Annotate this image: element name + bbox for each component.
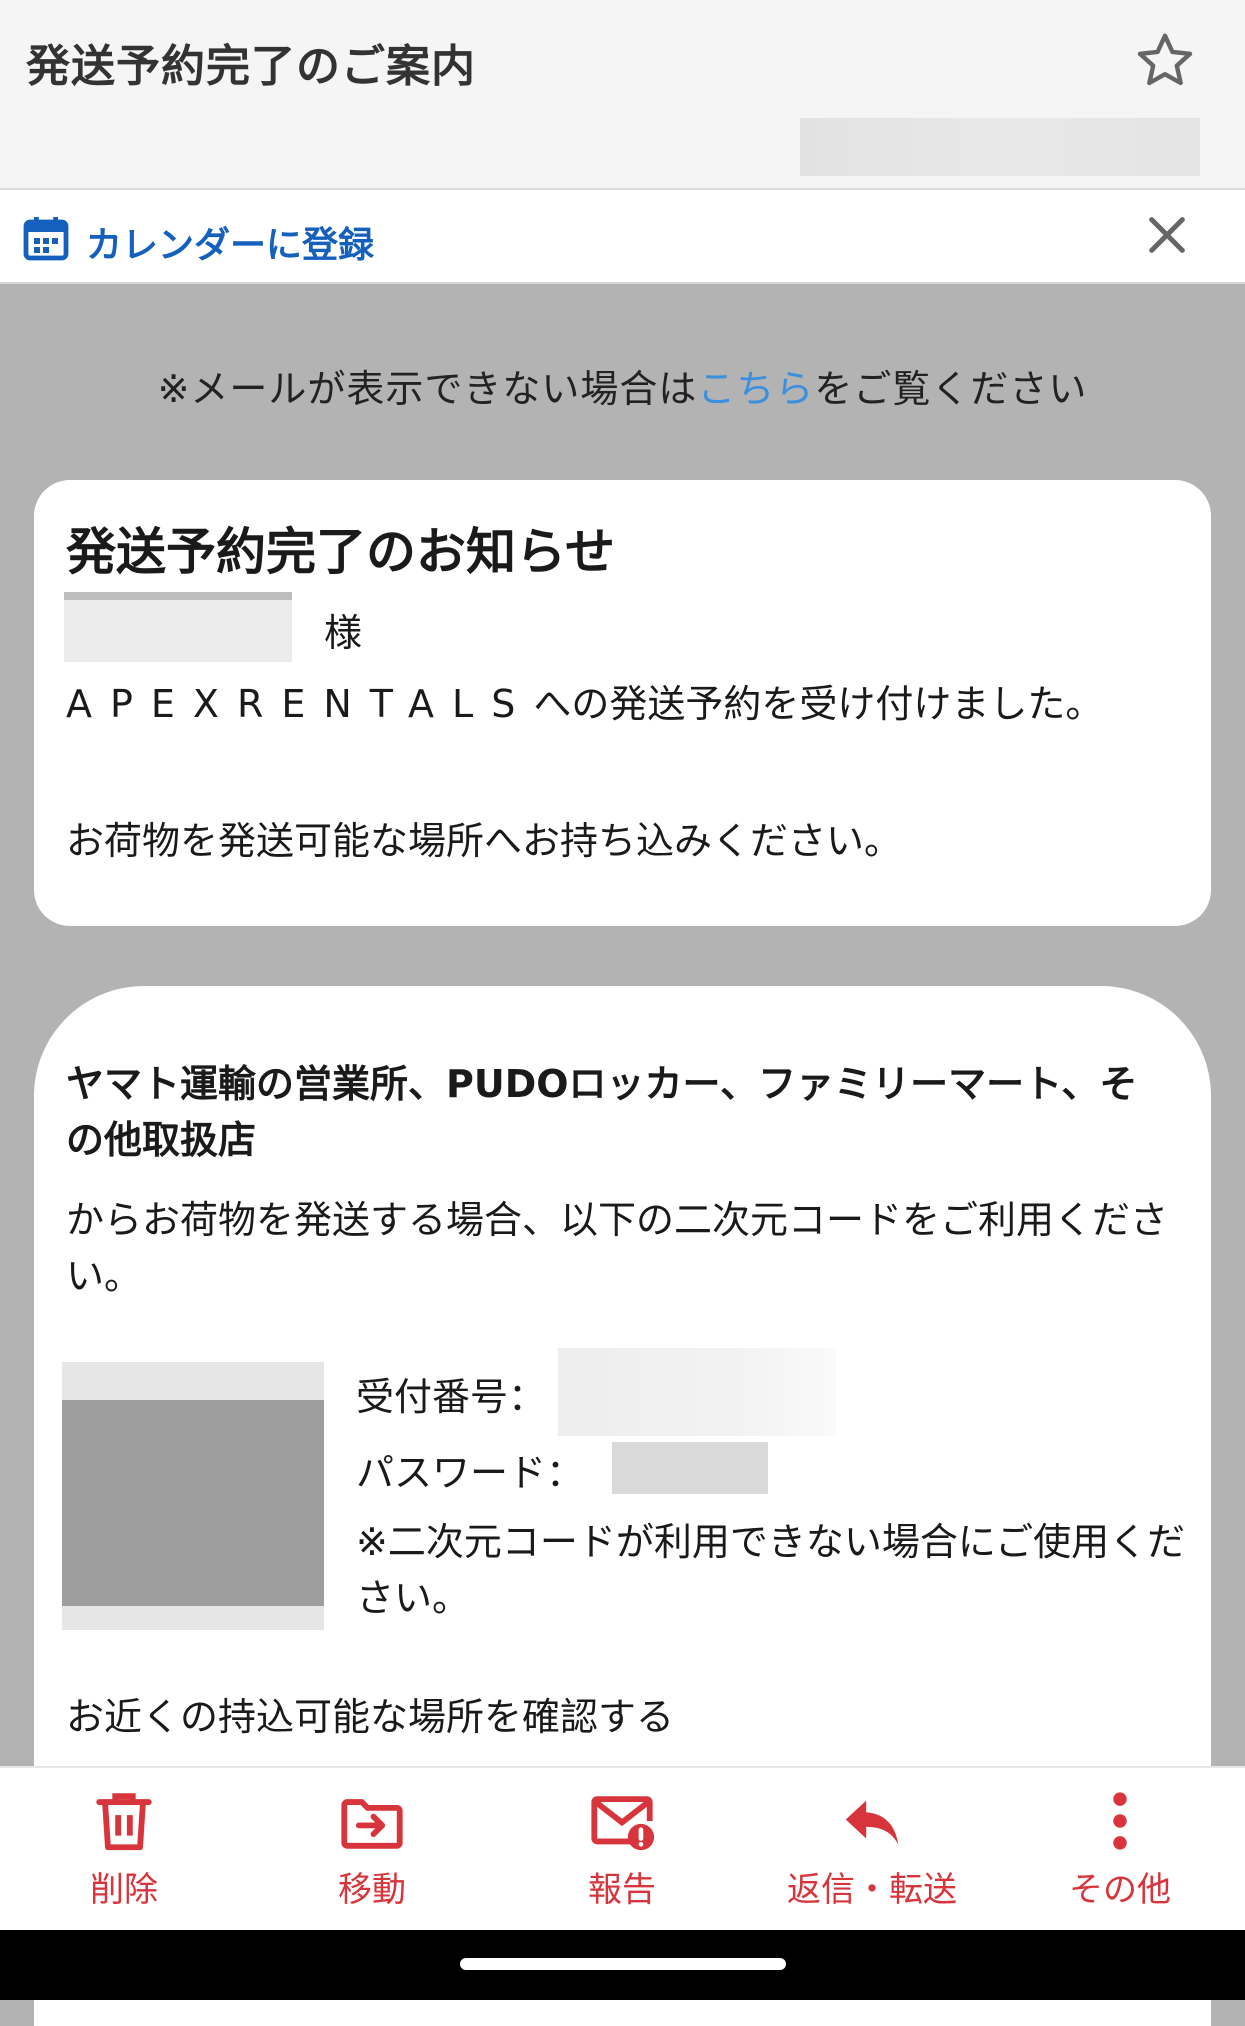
booking-message: APEXRENTALSへの発送予約を受け付けました。 — [66, 676, 1156, 732]
report-label: 報告 — [588, 1870, 656, 1910]
brand-name: APEXRENTALS — [66, 682, 534, 726]
email-subject: 発送予約完了のご案内 — [26, 41, 476, 92]
password-label: パスワード： — [356, 1451, 585, 1495]
home-gesture-handle[interactable] — [460, 1958, 786, 1970]
display-notice: ※メールが表示できない場合はこちらをご覧ください — [0, 358, 1245, 413]
password-redacted — [612, 1442, 768, 1494]
move-button[interactable]: 移動 — [262, 1786, 482, 1911]
booking-message-text: への発送予約を受け付けました。 — [533, 682, 1104, 726]
notice-suffix: をご覧ください — [814, 367, 1088, 411]
email-header: 発送予約完了のご案内 — [0, 0, 1245, 190]
confirmation-card: 発送予約完了のお知らせ 様 APEXRENTALSへの発送予約を受け付けました。… — [34, 480, 1211, 926]
qr-instructions: からお荷物を発送する場合、以下の二次元コードをご利用ください。 — [66, 1198, 1169, 1298]
reply-forward-button[interactable]: 返信・転送 — [762, 1786, 982, 1911]
calendar-icon[interactable] — [22, 214, 70, 262]
report-button[interactable]: 報告 — [512, 1786, 732, 1911]
receipt-number-label: 受付番号： — [356, 1375, 547, 1419]
find-nearby-location-link[interactable]: お近くの持込可能な場所を確認する — [66, 1686, 674, 1741]
more-label: その他 — [1069, 1870, 1171, 1910]
reply-icon — [845, 1800, 899, 1845]
card-title: 発送予約完了のお知らせ — [66, 523, 615, 581]
delete-label: 削除 — [90, 1870, 158, 1910]
more-vertical-icon — [1113, 1792, 1127, 1850]
sender-redacted — [800, 118, 1200, 176]
receipt-number-redacted — [558, 1348, 836, 1436]
delete-button[interactable]: 削除 — [14, 1786, 234, 1911]
dropoff-locations-heading: ヤマト運輸の営業所、PUDOロッカー、ファミリーマート、その他取扱店 — [66, 1062, 1138, 1162]
bottom-toolbar: 削除 移動 報告 返信・転送 その他 — [0, 1766, 1245, 1930]
more-button[interactable]: その他 — [1010, 1786, 1230, 1911]
move-folder-icon — [341, 1799, 403, 1849]
honorific: 様 — [324, 611, 363, 655]
trash-icon — [96, 1793, 152, 1851]
qr-code-redacted — [62, 1362, 324, 1630]
reply-forward-label: 返信・転送 — [787, 1870, 957, 1910]
add-to-calendar-link[interactable]: カレンダーに登録 — [86, 216, 374, 268]
star-icon[interactable] — [1132, 28, 1198, 94]
notice-prefix: ※メールが表示できない場合は — [157, 367, 698, 411]
dropoff-message: お荷物を発送可能な場所へお持ち込みください。 — [66, 819, 903, 863]
report-mail-icon — [591, 1796, 655, 1851]
close-icon[interactable] — [1144, 212, 1190, 258]
move-label: 移動 — [338, 1870, 406, 1910]
qr-fallback-note: ※二次元コードが利用できない場合にご使用ください。 — [356, 1520, 1186, 1620]
system-navigation-bar — [0, 1930, 1245, 2000]
calendar-bar: カレンダーに登録 — [0, 190, 1245, 284]
view-here-link[interactable]: こちら — [697, 367, 814, 411]
recipient-name-redacted — [64, 592, 292, 662]
